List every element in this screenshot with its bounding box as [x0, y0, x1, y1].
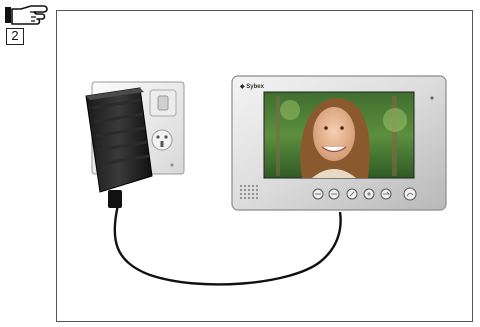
person-face: [313, 107, 355, 161]
power-adapter-icon: [85, 87, 153, 208]
monitor-brand-label: ◆ Sybex: [239, 83, 265, 90]
monitor-button-6: [403, 187, 417, 201]
installation-illustration: ◆ Sybex: [85, 75, 447, 286]
power-cable: [113, 204, 342, 286]
video-door-phone-monitor-icon: ◆ Sybex: [231, 75, 447, 211]
